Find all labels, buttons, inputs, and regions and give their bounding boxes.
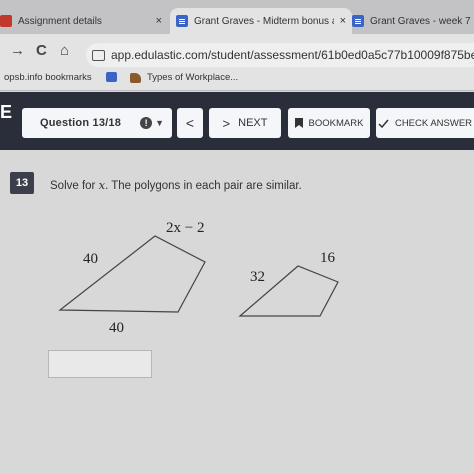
large-top-side-label: 2x − 2	[166, 220, 205, 236]
answer-input[interactable]	[48, 350, 152, 378]
small-left-side-label: 32	[250, 269, 265, 285]
large-bottom-side-label: 40	[109, 320, 124, 336]
large-left-side-label: 40	[83, 251, 98, 267]
small-right-side-label: 16	[320, 250, 335, 266]
similar-polygons-figure	[58, 235, 339, 317]
large-quadrilateral	[58, 235, 206, 313]
